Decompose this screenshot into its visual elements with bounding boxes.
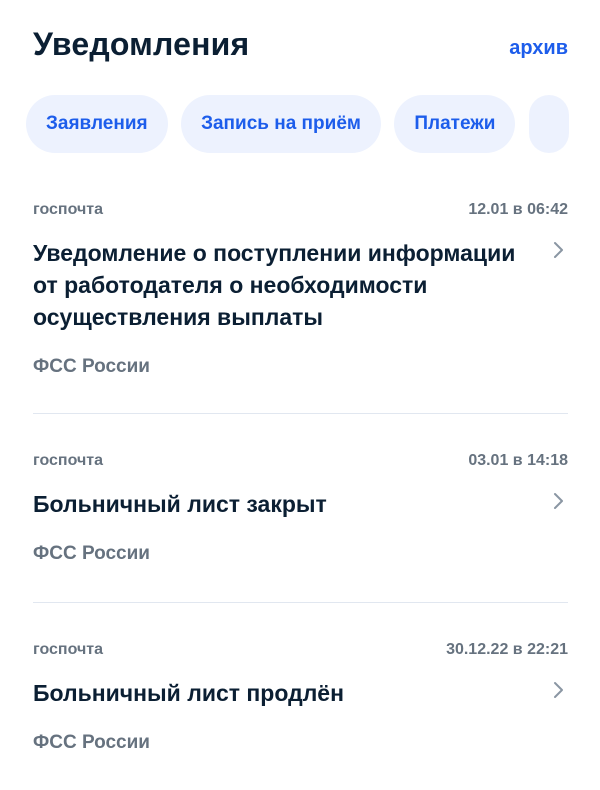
page-title: Уведомления xyxy=(33,26,250,62)
notification-meta: госпочта 30.12.22 в 22:21 xyxy=(33,640,568,660)
notification-organization: ФСС России xyxy=(33,732,150,753)
notification-source: госпочта xyxy=(33,201,103,218)
chip-appointment[interactable]: Запись на приём xyxy=(181,95,381,153)
notification-source: госпочта xyxy=(33,452,103,469)
header: Уведомления архив xyxy=(33,22,568,70)
notification-meta: госпочта 03.01 в 14:18 xyxy=(33,451,568,471)
archive-link[interactable]: архив xyxy=(509,36,568,60)
notification-organization: ФСС России xyxy=(33,543,150,564)
notification-list: госпочта 12.01 в 06:42 Уведомление о пос… xyxy=(33,180,568,790)
notification-organization: ФСС России xyxy=(33,356,150,377)
notification-source: госпочта xyxy=(33,641,103,658)
chip-applications[interactable]: Заявления xyxy=(26,95,168,153)
notification-title: Уведомление о поступлении информации от … xyxy=(33,240,516,330)
notification-meta: госпочта 12.01 в 06:42 xyxy=(33,200,568,220)
notification-datetime: 12.01 в 06:42 xyxy=(468,201,568,218)
chevron-right-icon xyxy=(548,240,568,260)
notification-title: Больничный лист закрыт xyxy=(33,491,327,517)
chip-more[interactable] xyxy=(528,95,569,153)
filter-chips: Заявления Запись на приём Платежи xyxy=(26,95,600,153)
notification-item[interactable]: госпочта 03.01 в 14:18 Больничный лист з… xyxy=(33,414,568,603)
notification-item[interactable]: госпочта 12.01 в 06:42 Уведомление о пос… xyxy=(33,180,568,414)
notification-datetime: 30.12.22 в 22:21 xyxy=(446,641,568,658)
notification-datetime: 03.01 в 14:18 xyxy=(468,452,568,469)
chip-payments[interactable]: Платежи xyxy=(394,95,516,153)
chevron-right-icon xyxy=(548,491,568,511)
notification-title: Больничный лист продлён xyxy=(33,680,344,706)
chevron-right-icon xyxy=(548,680,568,700)
notification-item[interactable]: госпочта 30.12.22 в 22:21 Больничный лис… xyxy=(33,603,568,790)
